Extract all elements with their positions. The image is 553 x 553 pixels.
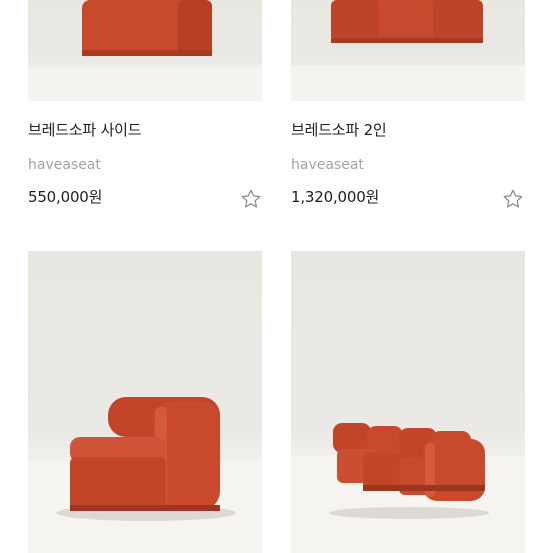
product-title[interactable]: 브레드소파 2인 <box>291 119 387 140</box>
product-brand: haveaseat <box>291 157 364 173</box>
sofa-corner-illustration <box>28 397 262 553</box>
star-outline-icon[interactable] <box>240 188 262 210</box>
product-title[interactable]: 브레드소파 사이드 <box>28 119 142 140</box>
product-brand: haveaseat <box>28 157 101 173</box>
product-image-sofa-side-top[interactable] <box>28 0 262 101</box>
product-image-sofa-3seat[interactable] <box>291 251 525 553</box>
product-image-sofa-2seat-top[interactable] <box>291 0 525 101</box>
sofa-side-illustration <box>28 0 262 101</box>
product-image-sofa-corner[interactable] <box>28 251 262 553</box>
product-price: 1,320,000원 <box>291 188 380 206</box>
star-outline-icon[interactable] <box>502 188 524 210</box>
sofa-2seat-illustration <box>291 0 525 101</box>
product-price: 550,000원 <box>28 188 103 206</box>
sofa-3seat-illustration <box>291 423 525 553</box>
